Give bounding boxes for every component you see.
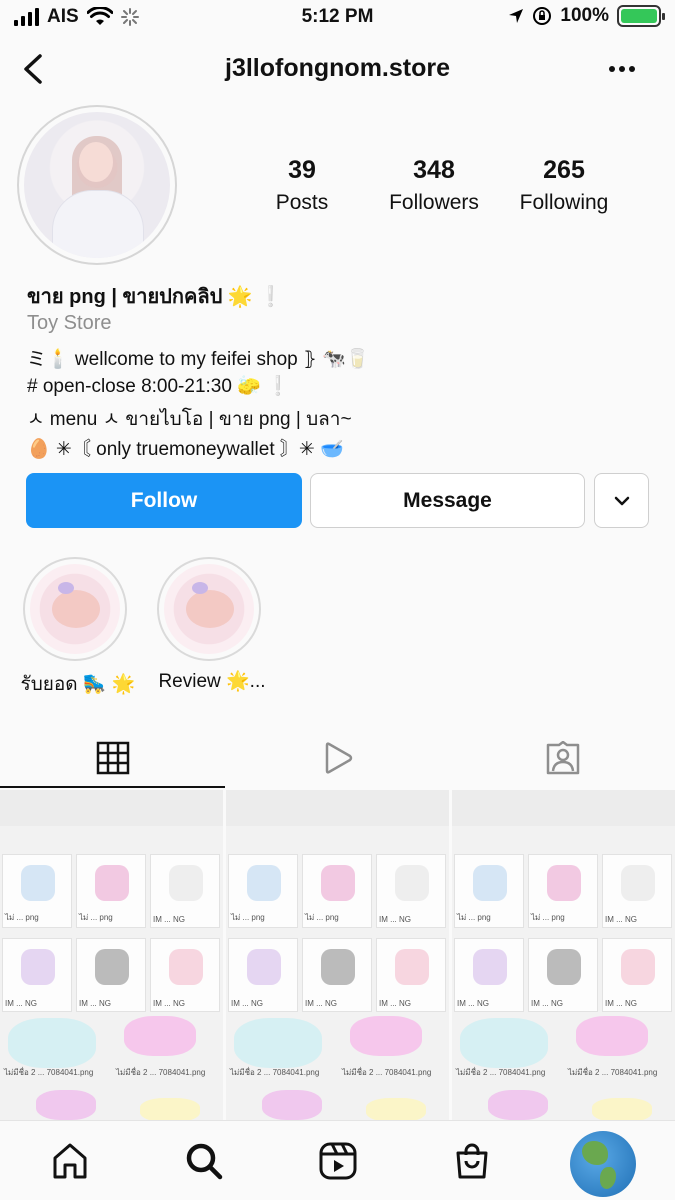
highlight-item-2[interactable]: Review 🌟... xyxy=(157,557,266,692)
followers-label: Followers xyxy=(389,191,479,214)
nav-shop[interactable] xyxy=(450,1139,494,1183)
file-caption: IM ... NG xyxy=(605,915,637,924)
file-caption: IM ... NG xyxy=(79,999,111,1008)
profile-username: j3llofongnom.store xyxy=(225,54,450,82)
avatar[interactable] xyxy=(17,105,177,265)
highlight-label: รับยอด 🛼 🌟 xyxy=(20,674,136,695)
profile-category: Toy Store xyxy=(27,312,112,334)
battery-percent: 100% xyxy=(560,5,609,26)
file-caption: ไม่มีชื่อ 2 ... 7084041.png xyxy=(456,1068,546,1077)
location-icon xyxy=(509,9,524,23)
tab-grid[interactable] xyxy=(0,725,225,790)
active-tab-indicator xyxy=(0,786,225,788)
post-thumbnail-1[interactable]: ไม่ ... png ไม่ ... png IM ... NG IM ...… xyxy=(0,790,223,1120)
file-caption: ไม่ ... png xyxy=(231,913,265,922)
tab-reels[interactable] xyxy=(225,725,450,790)
tagged-user-icon xyxy=(546,740,579,774)
message-button[interactable]: Message xyxy=(310,473,585,528)
file-caption: IM ... NG xyxy=(379,999,411,1008)
file-caption: ไม่มีชื่อ 2 ... 7084041.png xyxy=(230,1068,320,1077)
more-dots-icon[interactable] xyxy=(609,66,635,72)
nav-reels[interactable] xyxy=(316,1139,360,1183)
following-count: 265 xyxy=(543,156,585,184)
bio-section: ขาย png | ขายปกคลิป 🌟 ❕ Toy Store ミ🕯️ we… xyxy=(27,280,647,464)
file-caption: IM ... NG xyxy=(153,999,185,1008)
file-caption: IM ... NG xyxy=(5,999,37,1008)
post-thumbnail-2[interactable]: ไม่ ... png ไม่ ... png IM ... NG IM ...… xyxy=(226,790,449,1120)
follow-button[interactable]: Follow xyxy=(26,473,302,528)
reels-icon xyxy=(319,1142,357,1180)
file-caption: ไม่มีชื่อ 2 ... 7084041.png xyxy=(4,1068,94,1077)
file-caption: ไม่ ... png xyxy=(5,913,39,922)
posts-count: 39 xyxy=(288,156,316,184)
status-bar: AIS 5:12 PM 100% xyxy=(0,0,675,36)
search-icon xyxy=(186,1143,223,1180)
file-caption: IM ... NG xyxy=(531,999,563,1008)
posts-grid: ไม่ ... png ไม่ ... png IM ... NG IM ...… xyxy=(0,790,675,1120)
file-caption: ไม่ ... png xyxy=(531,913,565,922)
file-caption: ไม่มีชื่อ 2 ... 7084041.png xyxy=(568,1068,658,1077)
profile-tabs xyxy=(0,725,675,790)
home-icon xyxy=(53,1143,87,1179)
file-caption: ไม่ ... png xyxy=(305,913,339,922)
bio-line-4: 🥚 ✳︎〘 only truemoneywallet 〙✳︎ 🥣 xyxy=(27,439,344,460)
shop-icon xyxy=(456,1143,488,1179)
posts-label: Posts xyxy=(275,191,329,214)
file-caption: IM ... NG xyxy=(305,999,337,1008)
bio-line-2: # open-close 8:00-21:30 🧽 ❕ xyxy=(27,376,290,397)
stat-following[interactable]: 265 Following xyxy=(508,156,620,215)
profile-name: ขาย png | ขายปกคลิป 🌟 ❕ xyxy=(27,286,284,308)
file-caption: IM ... NG xyxy=(153,915,185,924)
nav-search[interactable] xyxy=(182,1139,226,1183)
grid-icon xyxy=(96,741,129,774)
chevron-down-icon xyxy=(614,496,629,505)
avatar-photo xyxy=(24,112,170,258)
battery-charging-icon xyxy=(617,5,665,27)
stat-followers[interactable]: 348 Followers xyxy=(376,156,492,215)
file-caption: IM ... NG xyxy=(231,999,263,1008)
orientation-lock-icon xyxy=(533,7,552,25)
stat-posts[interactable]: 39 Posts xyxy=(262,156,342,215)
highlight-item-1[interactable]: รับยอด 🛼 🌟 xyxy=(20,557,136,695)
highlight-label: Review 🌟... xyxy=(158,671,266,692)
highlight-cover xyxy=(30,564,120,654)
post-thumbnail-3[interactable]: ไม่ ... png ไม่ ... png IM ... NG IM ...… xyxy=(452,790,675,1120)
file-caption: ไม่มีชื่อ 2 ... 7084041.png xyxy=(116,1068,206,1077)
file-caption: ไม่ ... png xyxy=(457,913,491,922)
suggested-dropdown-button[interactable] xyxy=(594,473,649,528)
file-caption: IM ... NG xyxy=(457,999,489,1008)
following-label: Following xyxy=(519,191,609,214)
profile-globe-icon[interactable] xyxy=(570,1131,636,1197)
file-caption: IM ... NG xyxy=(605,999,637,1008)
file-caption: ไม่ ... png xyxy=(79,913,113,922)
reels-play-icon xyxy=(325,741,352,774)
bio-line-1: ミ🕯️ wellcome to my feifei shop ⦄ 🐄🥛 xyxy=(27,349,370,370)
highlight-cover xyxy=(164,564,254,654)
bio-line-3: ㅅ menu ㅅ ขายไบโอ | ขาย png | บลา~ xyxy=(27,409,352,430)
tab-tagged[interactable] xyxy=(450,725,675,790)
profile-header: j3llofongnom.store xyxy=(0,40,675,98)
nav-home[interactable] xyxy=(48,1139,92,1183)
followers-count: 348 xyxy=(413,156,455,184)
file-caption: IM ... NG xyxy=(379,915,411,924)
bottom-navigation xyxy=(0,1120,675,1200)
file-caption: ไม่มีชื่อ 2 ... 7084041.png xyxy=(342,1068,432,1077)
